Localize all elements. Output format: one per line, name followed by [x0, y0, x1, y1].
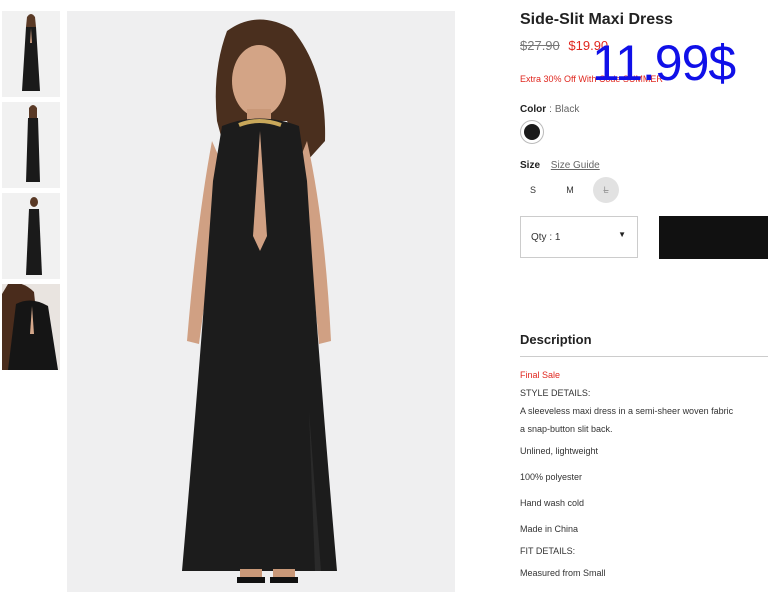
- add-to-bag-button[interactable]: [659, 216, 768, 259]
- final-sale-label: Final Sale: [520, 370, 561, 380]
- size-label-row: Size Size Guide: [520, 160, 600, 171]
- main-product-image[interactable]: [67, 11, 455, 592]
- thumbnail-detail[interactable]: [2, 284, 60, 370]
- detail-bullet: Unlined, lightweight: [520, 446, 599, 456]
- color-label-row: Color: Black: [520, 104, 579, 115]
- detail-bullet: Hand wash cold: [520, 498, 585, 508]
- quantity-select[interactable]: Qty : 1 ▼: [520, 216, 638, 258]
- detail-bullet: 100% polyester: [520, 472, 583, 482]
- thumbnail-side[interactable]: [2, 102, 60, 188]
- detail-bullet: Made in China: [520, 524, 579, 534]
- thumbnail-back[interactable]: [2, 193, 60, 279]
- size-label: Size: [520, 160, 541, 171]
- thumbnail-front[interactable]: [2, 11, 60, 97]
- thumbnail-strip: [2, 11, 60, 375]
- original-price: $27.90: [520, 38, 560, 53]
- color-separator: :: [549, 104, 552, 115]
- fit-details-line: Measured from Small: [520, 568, 606, 578]
- size-options: S M L: [520, 177, 640, 203]
- description-line-1: A sleeveless maxi dress in a semi-sheer …: [520, 406, 734, 416]
- product-title: Side-Slit Maxi Dress: [520, 11, 673, 28]
- size-option-s[interactable]: S: [520, 177, 546, 203]
- size-option-m[interactable]: M: [557, 177, 583, 203]
- description-divider: [520, 356, 768, 357]
- selected-color-name: Black: [554, 104, 580, 115]
- product-info-panel: Side-Slit Maxi Dress $27.90 $19.90 Extra…: [520, 0, 768, 592]
- dropdown-caret-icon: ▼: [618, 230, 626, 239]
- fit-details-heading: FIT DETAILS:: [520, 546, 576, 556]
- description-line-2: a snap-button slit back.: [520, 424, 613, 434]
- color-label: Color: [520, 104, 547, 115]
- size-guide-link[interactable]: Size Guide: [551, 160, 600, 171]
- size-option-l[interactable]: L: [593, 177, 619, 203]
- price-overlay-annotation: 11.99$: [592, 35, 736, 91]
- style-details-heading: STYLE DETAILS:: [520, 388, 591, 398]
- color-swatch-black[interactable]: [520, 120, 544, 144]
- description-heading: Description: [520, 332, 592, 347]
- quantity-value: Qty : 1: [531, 232, 561, 243]
